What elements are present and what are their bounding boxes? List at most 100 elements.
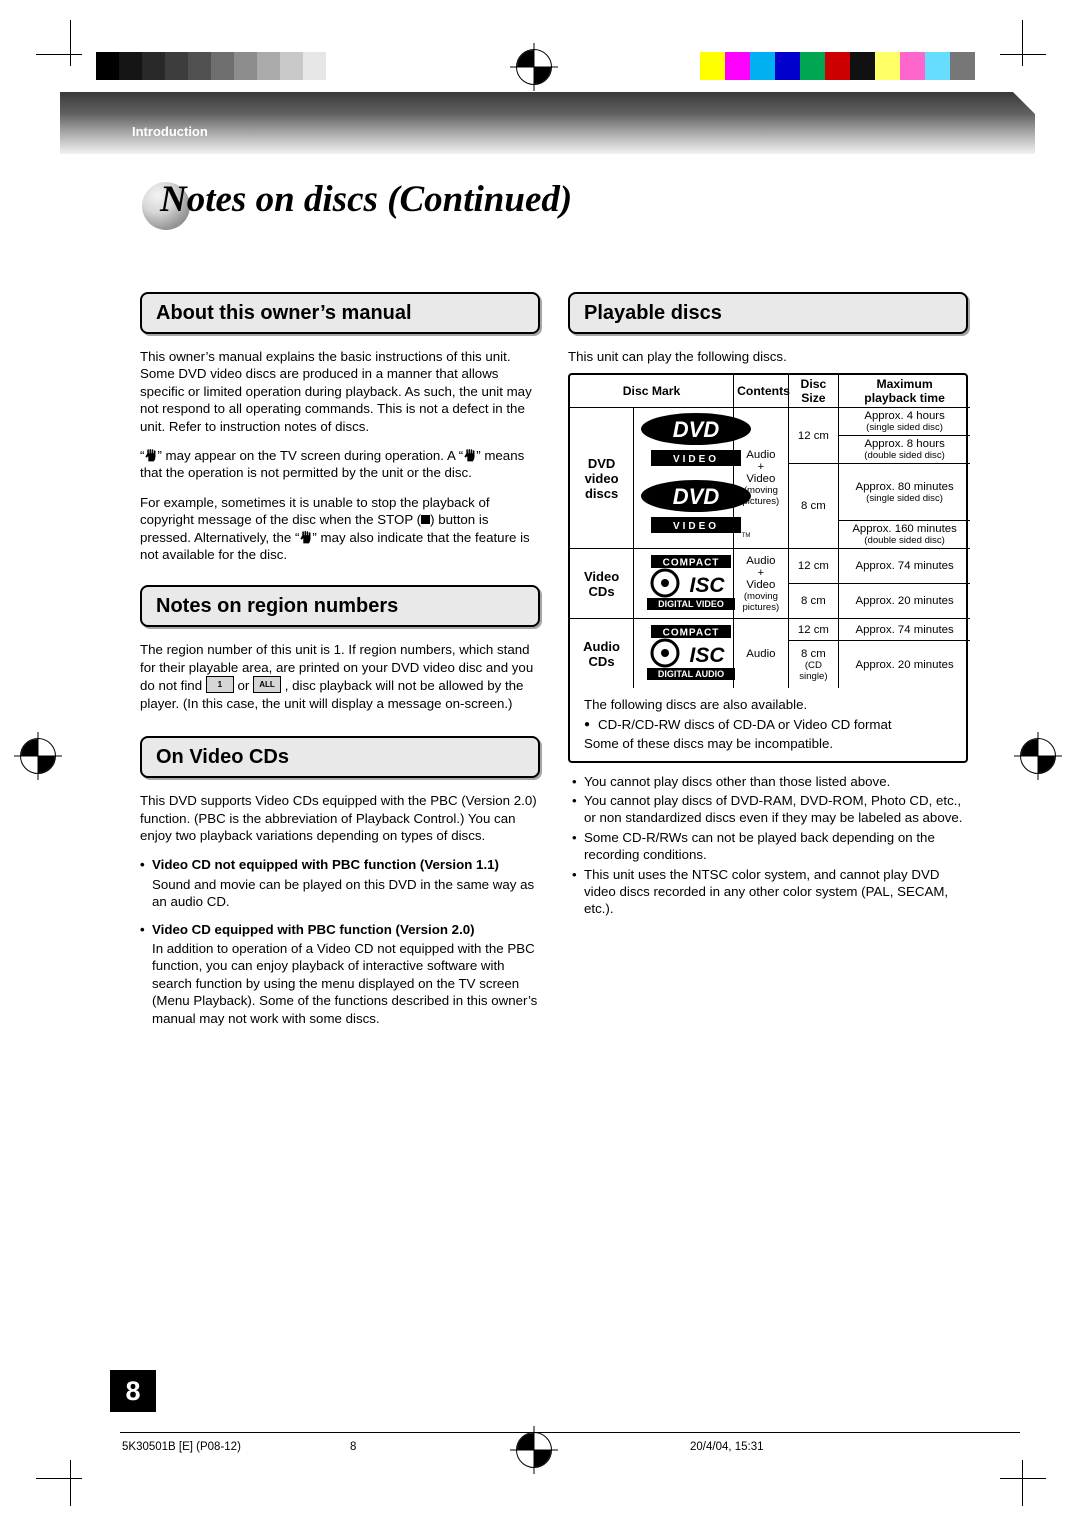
crop-mark-top-left-h: [36, 54, 82, 55]
stop-square-icon: [421, 515, 431, 525]
about-manual-paragraph-1: This owner’s manual explains the basic i…: [140, 349, 532, 434]
section-header-video-cds: On Video CDs: [140, 736, 540, 779]
grayscale-swatch: [119, 52, 142, 80]
svg-text:DIGITAL VIDEO: DIGITAL VIDEO: [658, 599, 724, 609]
region-mark-1-icon: 1: [205, 676, 234, 694]
region-text-b: or: [233, 678, 254, 694]
color-swatch: [875, 52, 900, 80]
region-mark-all-icon: ALL: [253, 676, 282, 694]
right-column: Playable discs This unit can play the fo…: [568, 292, 970, 920]
about-manual-paragraph-3: For example, sometimes it is unable to s…: [140, 494, 540, 564]
row-label-videocd: Video CDs: [570, 548, 635, 620]
grayscale-swatch: [142, 52, 165, 80]
prohibited-hand-icon-3: [299, 530, 312, 544]
contents-dvd-line4: (moving: [743, 485, 778, 497]
compact-disc-digital-video-logo-icon: COMPACT ISC DIGITAL VIDEO: [637, 553, 745, 614]
time-main: Approx. 8 hours: [864, 438, 945, 451]
crop-mark-bottom-right-h: [1000, 1478, 1046, 1479]
size-audiocd-12cm: 12 cm: [787, 618, 840, 641]
note-item: You cannot play discs other than those l…: [570, 773, 968, 791]
header-contents: Contents: [733, 375, 790, 409]
time-videocd-12cm: Approx. 74 minutes: [838, 548, 970, 585]
row-label-audiocd-line1: Audio: [583, 638, 620, 654]
size-audiocd-8cm: 8 cm (CD single): [787, 639, 840, 689]
time-main: Approx. 80 minutes: [855, 480, 954, 493]
section-title-video-cds: On Video CDs: [156, 746, 289, 769]
size-dvd-8cm: 8 cm: [787, 463, 840, 550]
note-item: Some CD-R/RWs can not be played back dep…: [570, 829, 968, 864]
section-title-about-manual: About this owner’s manual: [156, 302, 412, 324]
registration-mark-left: [20, 738, 56, 774]
time-audiocd-8cm: Approx. 20 minutes: [838, 639, 970, 689]
contents-dvd-line5: pictures): [742, 496, 780, 508]
dvd-video-logo-icon: DVD VIDEO: [637, 412, 755, 477]
time-dvd-12cm-double: Approx. 8 hours (double sided disc): [838, 435, 970, 465]
also-available-bullet: CD-R/CD-RW discs of CD-DA or Video CD fo…: [584, 716, 956, 734]
svg-text:ISC: ISC: [690, 574, 726, 597]
size-videocd-12cm: 12 cm: [787, 548, 840, 585]
size-dvd-12cm: 12 cm: [787, 407, 840, 465]
grayscale-swatch: [303, 52, 326, 80]
time-sub: (single sided disc): [866, 492, 943, 504]
footer-timestamp: 20/4/04, 15:31: [690, 1441, 764, 1453]
video-cd-pbc-text: In addition to operation of a Video CD n…: [152, 940, 538, 1026]
time-main: Approx. 160 minutes: [852, 523, 957, 536]
contents-videocd-line4: (moving: [743, 590, 778, 602]
crop-mark-bottom-right-v: [1022, 1460, 1023, 1506]
header-disc-mark: Disc Mark: [570, 375, 735, 409]
grayscale-swatch: [165, 52, 188, 80]
left-column: About this owner’s manual This owner’s m…: [140, 292, 540, 1037]
color-swatch: [725, 52, 750, 80]
time-sub: (double sided disc): [864, 450, 945, 462]
registration-mark-top: [516, 49, 552, 85]
color-swatch: [800, 52, 825, 80]
region-numbers-paragraph: The region number of this unit is 1. If …: [140, 641, 540, 712]
dvd-video-logo-icon-2: DVD VIDEO TM: [637, 479, 755, 544]
svg-text:DVD: DVD: [673, 484, 720, 509]
grayscale-swatch: [257, 52, 280, 80]
section-header-about-manual: About this owner’s manual: [140, 292, 540, 334]
time-audiocd-12cm: Approx. 74 minutes: [838, 618, 970, 641]
video-cd-no-pbc-heading: Video CD not equipped with PBC function …: [140, 856, 540, 874]
crop-mark-top-right-h: [1000, 54, 1046, 55]
time-dvd-8cm-double: Approx. 160 minutes (double sided disc): [838, 520, 970, 550]
section-header-region-numbers: Notes on region numbers: [140, 585, 540, 628]
region-mark-1-label: 1: [217, 680, 223, 690]
time-sub: (double sided disc): [864, 535, 945, 547]
color-swatch: [825, 52, 850, 80]
about-manual-paragraph-2: “” may appear on the TV screen during op…: [140, 447, 540, 482]
playable-discs-intro: This unit can play the following discs.: [568, 349, 787, 364]
size-videocd-8cm: 8 cm: [787, 583, 840, 620]
video-cd-pbc-heading: Video CD equipped with PBC function (Ver…: [140, 921, 540, 939]
also-available-text: The following discs are also available.: [584, 697, 808, 713]
color-swatch: [700, 52, 725, 80]
color-calibration-bar: [700, 52, 975, 80]
row-label-dvd-line2: video: [584, 470, 619, 486]
header-disc-size: Disc Size: [787, 375, 840, 409]
compact-disc-digital-audio-logo-icon: COMPACT ISC DIGITAL AUDIO: [637, 623, 745, 684]
header-disc-size-line1: Disc: [800, 377, 827, 392]
footer-document-code: 5K30501B [E] (P08-12): [122, 1441, 241, 1453]
grayscale-calibration-bar: [96, 52, 349, 80]
header-corner-fold: [1013, 92, 1035, 114]
row-label-audiocd-line2: CDs: [588, 653, 615, 669]
table-header-row: Disc Mark Contents Disc Size Maximum pla…: [570, 375, 970, 409]
svg-text:TM: TM: [742, 533, 751, 539]
svg-text:DVD: DVD: [673, 417, 720, 442]
section-title-region-numbers: Notes on region numbers: [156, 595, 399, 618]
playable-discs-table: Disc Mark Contents Disc Size Maximum pla…: [570, 375, 970, 689]
about-manual-text-2b: ” may appear on the TV screen during ope…: [157, 448, 464, 464]
registration-mark-right: [1020, 738, 1056, 774]
page-title-group: Notes on discs (Continued): [120, 178, 640, 240]
time-sub: (single sided disc): [866, 422, 943, 434]
row-mark-videocd: COMPACT ISC DIGITAL VIDEO: [633, 548, 736, 620]
time-main: Approx. 4 hours: [864, 410, 945, 423]
crop-mark-top-left-v: [70, 20, 71, 66]
section-title-playable-discs: Playable discs: [584, 302, 722, 324]
row-label-dvd-line1: DVD: [587, 455, 616, 471]
row-mark-audiocd: COMPACT ISC DIGITAL AUDIO: [633, 618, 736, 689]
table-row-videocd-1: Video CDs COMPACT ISC DIGITAL VIDEO Audi…: [570, 548, 970, 620]
grayscale-swatch: [326, 52, 349, 80]
table-row-dvd-1: DVD video discs DVD VIDEO DVD VIDEO TM A…: [570, 407, 970, 550]
row-label-dvd-line3: discs: [584, 485, 619, 501]
